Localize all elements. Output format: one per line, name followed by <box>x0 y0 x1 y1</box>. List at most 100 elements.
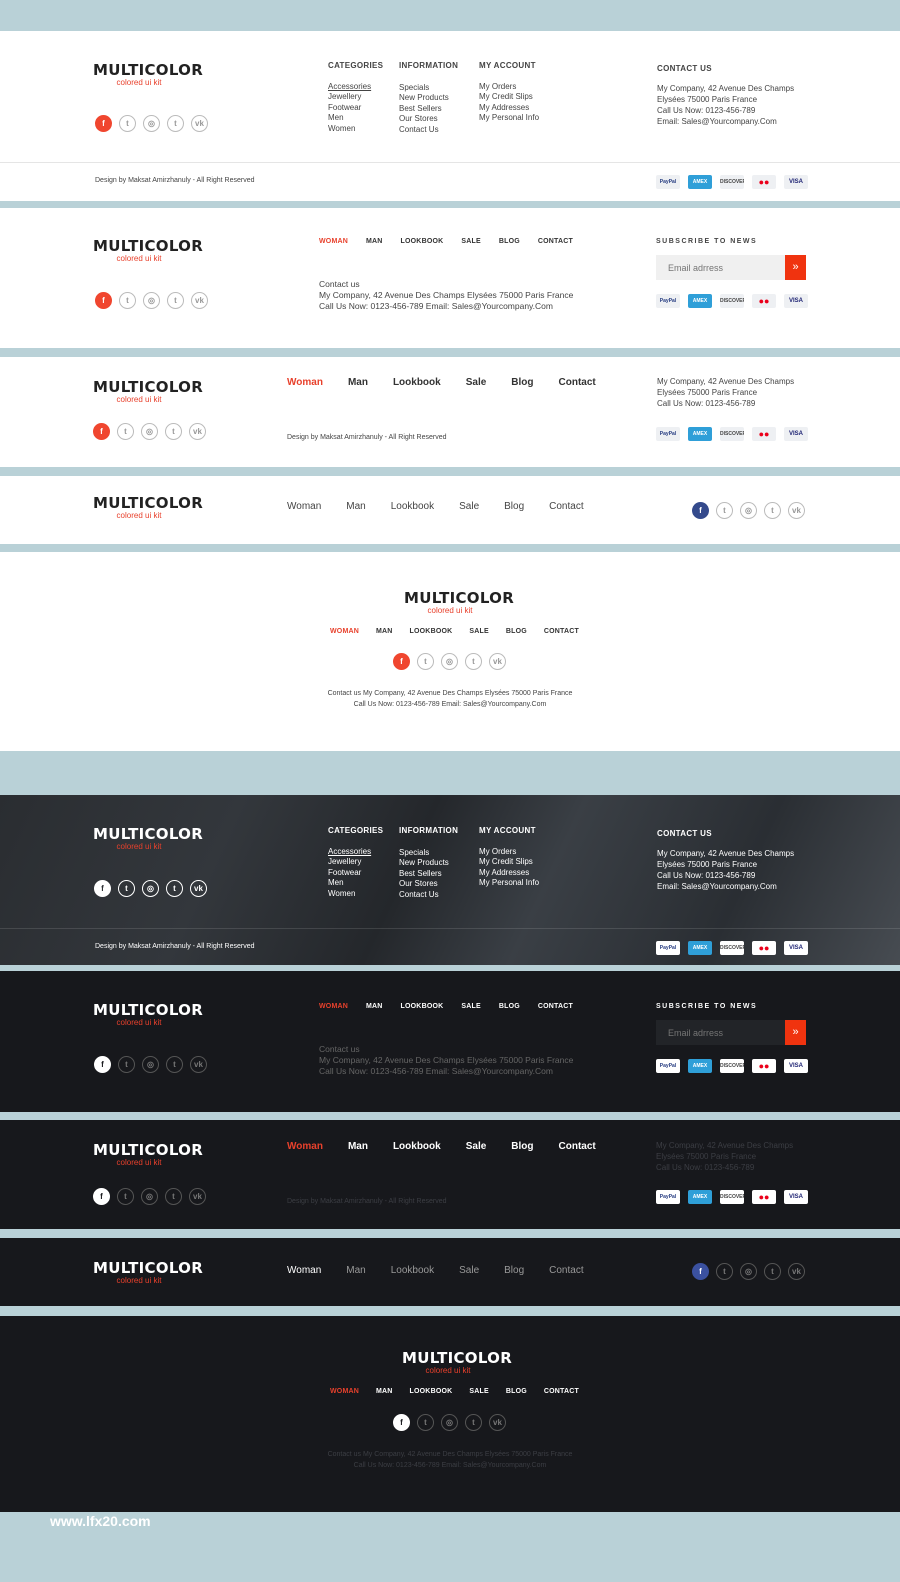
facebook-icon[interactable]: f <box>94 1056 111 1073</box>
nav-sale[interactable]: SALE <box>469 1388 488 1395</box>
vk-icon[interactable]: vk <box>190 880 207 897</box>
nav-sale[interactable]: Sale <box>459 1265 479 1276</box>
column-link[interactable]: Women <box>328 124 383 134</box>
nav-contact[interactable]: CONTACT <box>538 238 573 245</box>
nav-blog[interactable]: Blog <box>511 377 533 388</box>
twitter-icon[interactable]: t <box>716 1263 733 1280</box>
nav-lookbook[interactable]: Lookbook <box>391 501 434 512</box>
logo[interactable]: MULTICOLOR colored ui kit <box>93 1002 203 1028</box>
column-link[interactable]: Specials <box>399 848 458 858</box>
nav-contact[interactable]: CONTACT <box>544 628 579 635</box>
column-link[interactable]: Accessories <box>328 82 383 92</box>
twitter-icon[interactable]: t <box>417 1414 434 1431</box>
column-link[interactable]: New Products <box>399 93 458 103</box>
tumblr-icon[interactable]: t <box>764 1263 781 1280</box>
nav-blog[interactable]: BLOG <box>499 1003 520 1010</box>
instagram-icon[interactable]: ◎ <box>441 653 458 670</box>
instagram-icon[interactable]: ◎ <box>740 1263 757 1280</box>
twitter-icon[interactable]: t <box>417 653 434 670</box>
twitter-icon[interactable]: t <box>119 292 136 309</box>
facebook-icon[interactable]: f <box>692 1263 709 1280</box>
nav-man[interactable]: Man <box>346 1265 365 1276</box>
column-link[interactable]: Our Stores <box>399 114 458 124</box>
column-link[interactable]: Contact Us <box>399 890 458 900</box>
nav-sale[interactable]: Sale <box>459 501 479 512</box>
logo[interactable]: MULTICOLOR colored ui kit <box>93 1142 203 1168</box>
nav-lookbook[interactable]: LOOKBOOK <box>410 628 453 635</box>
instagram-icon[interactable]: ◎ <box>143 292 160 309</box>
twitter-icon[interactable]: t <box>118 880 135 897</box>
nav-blog[interactable]: BLOG <box>506 628 527 635</box>
column-link[interactable]: Best Sellers <box>399 104 458 114</box>
nav-sale[interactable]: Sale <box>466 377 487 388</box>
nav-woman[interactable]: Woman <box>287 1265 321 1276</box>
tumblr-icon[interactable]: t <box>166 1056 183 1073</box>
column-link[interactable]: Specials <box>399 83 458 93</box>
tumblr-icon[interactable]: t <box>165 1188 182 1205</box>
column-link[interactable]: My Credit Slips <box>479 857 539 867</box>
column-link[interactable]: Best Sellers <box>399 869 458 879</box>
column-link[interactable]: Footwear <box>328 868 383 878</box>
nav-lookbook[interactable]: Lookbook <box>393 1141 441 1152</box>
logo[interactable]: MULTICOLOR colored ui kit <box>402 1350 512 1376</box>
facebook-icon[interactable]: f <box>393 1414 410 1431</box>
column-link[interactable]: My Orders <box>479 82 539 92</box>
nav-woman[interactable]: WOMAN <box>319 238 348 245</box>
email-field[interactable] <box>656 1020 785 1045</box>
instagram-icon[interactable]: ◎ <box>141 1188 158 1205</box>
instagram-icon[interactable]: ◎ <box>141 423 158 440</box>
nav-man[interactable]: MAN <box>376 1388 393 1395</box>
nav-contact[interactable]: Contact <box>559 1141 596 1152</box>
nav-man[interactable]: Man <box>348 377 368 388</box>
column-link[interactable]: Accessories <box>328 847 383 857</box>
column-link[interactable]: Jewellery <box>328 92 383 102</box>
nav-sale[interactable]: SALE <box>461 238 480 245</box>
column-link[interactable]: Women <box>328 889 383 899</box>
logo[interactable]: MULTICOLOR colored ui kit <box>404 590 514 616</box>
vk-icon[interactable]: vk <box>189 423 206 440</box>
instagram-icon[interactable]: ◎ <box>142 1056 159 1073</box>
facebook-icon[interactable]: f <box>692 502 709 519</box>
logo[interactable]: MULTICOLOR colored ui kit <box>93 62 203 88</box>
nav-lookbook[interactable]: Lookbook <box>391 1265 434 1276</box>
column-link[interactable]: My Orders <box>479 847 539 857</box>
nav-blog[interactable]: Blog <box>511 1141 533 1152</box>
instagram-icon[interactable]: ◎ <box>740 502 757 519</box>
column-link[interactable]: My Personal Info <box>479 113 539 123</box>
nav-blog[interactable]: BLOG <box>499 238 520 245</box>
column-link[interactable]: My Addresses <box>479 103 539 113</box>
tumblr-icon[interactable]: t <box>167 115 184 132</box>
nav-blog[interactable]: Blog <box>504 501 524 512</box>
facebook-icon[interactable]: f <box>93 423 110 440</box>
nav-lookbook[interactable]: LOOKBOOK <box>410 1388 453 1395</box>
column-link[interactable]: My Credit Slips <box>479 92 539 102</box>
nav-contact[interactable]: Contact <box>559 377 596 388</box>
email-field[interactable] <box>656 255 785 280</box>
facebook-icon[interactable]: f <box>94 880 111 897</box>
instagram-icon[interactable]: ◎ <box>441 1414 458 1431</box>
subscribe-button[interactable]: » <box>785 1020 806 1045</box>
nav-man[interactable]: Man <box>346 501 365 512</box>
nav-lookbook[interactable]: LOOKBOOK <box>401 1003 444 1010</box>
column-link[interactable]: Men <box>328 113 383 123</box>
tumblr-icon[interactable]: t <box>166 880 183 897</box>
tumblr-icon[interactable]: t <box>764 502 781 519</box>
facebook-icon[interactable]: f <box>393 653 410 670</box>
tumblr-icon[interactable]: t <box>465 1414 482 1431</box>
instagram-icon[interactable]: ◎ <box>143 115 160 132</box>
vk-icon[interactable]: vk <box>788 1263 805 1280</box>
twitter-icon[interactable]: t <box>716 502 733 519</box>
nav-woman[interactable]: WOMAN <box>330 628 359 635</box>
nav-man[interactable]: Man <box>348 1141 368 1152</box>
nav-contact[interactable]: CONTACT <box>544 1388 579 1395</box>
logo[interactable]: MULTICOLOR colored ui kit <box>93 1260 203 1286</box>
column-link[interactable]: New Products <box>399 858 458 868</box>
nav-contact[interactable]: Contact <box>549 501 583 512</box>
column-link[interactable]: My Personal Info <box>479 878 539 888</box>
nav-contact[interactable]: CONTACT <box>538 1003 573 1010</box>
twitter-icon[interactable]: t <box>118 1056 135 1073</box>
nav-sale[interactable]: SALE <box>461 1003 480 1010</box>
column-link[interactable]: Our Stores <box>399 879 458 889</box>
twitter-icon[interactable]: t <box>119 115 136 132</box>
logo[interactable]: MULTICOLOR colored ui kit <box>93 379 203 405</box>
